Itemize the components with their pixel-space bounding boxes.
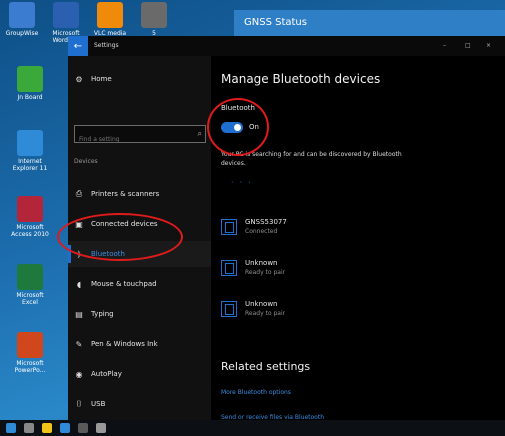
device-icon — [221, 260, 237, 276]
app-icon[interactable] — [78, 423, 88, 433]
window-title: Settings — [94, 42, 119, 49]
mouse-icon: ◖ — [76, 279, 82, 289]
desktop-icon-groupwise[interactable]: GroupWise — [0, 2, 44, 37]
start-icon[interactable] — [6, 423, 16, 433]
sidebar-item-home[interactable]: ⚙ Home — [68, 66, 211, 92]
desktop-icon-vlc[interactable]: VLC media — [88, 2, 132, 37]
sidebar-item-typing[interactable]: ▤ Typing — [68, 301, 211, 327]
jn-icon — [17, 66, 43, 92]
search-input[interactable] — [75, 131, 191, 148]
settings-taskbar-icon[interactable] — [96, 423, 106, 433]
desktop-icon-access[interactable]: Microsoft Access 2010 — [8, 196, 52, 238]
back-arrow-icon: ← — [73, 40, 83, 52]
gnss-window-title: GNSS Status — [244, 17, 307, 28]
desktop-icon-jn[interactable]: Jn Board — [8, 66, 52, 101]
device-item[interactable]: Unknown Ready to pair — [221, 298, 421, 324]
close-button[interactable]: × — [486, 42, 491, 49]
desktop-icon-5[interactable]: 5 — [132, 2, 176, 37]
sidebar-item-usb[interactable]: ⌷ USB — [68, 391, 211, 417]
search-icon[interactable] — [24, 423, 34, 433]
word-icon — [53, 2, 79, 28]
sidebar-item-printers[interactable]: ⎙ Printers & scanners — [68, 181, 211, 207]
desktop-icon-excel[interactable]: Microsoft Excel — [8, 264, 52, 306]
page-title: Manage Bluetooth devices — [221, 72, 381, 86]
powerpoint-icon — [17, 332, 43, 358]
autoplay-icon: ◉ — [75, 369, 83, 379]
section-label-devices: Devices — [74, 158, 98, 165]
back-button[interactable]: ← — [68, 36, 88, 56]
browser-icon[interactable] — [60, 423, 70, 433]
excel-icon — [17, 264, 43, 290]
folder-icon[interactable] — [42, 423, 52, 433]
device-icon — [221, 219, 237, 235]
search-icon: ⌕ — [197, 129, 202, 138]
minimize-button[interactable]: – — [443, 42, 446, 49]
internet-explorer-icon — [17, 130, 43, 156]
access-icon — [17, 196, 43, 222]
sidebar-item-pen[interactable]: ✎ Pen & Windows Ink — [68, 331, 211, 357]
sidebar-item-autoplay[interactable]: ◉ AutoPlay — [68, 361, 211, 387]
search-box[interactable]: ⌕ — [74, 125, 206, 148]
title-bar: ← Settings – □ × — [68, 36, 505, 56]
taskbar — [0, 420, 505, 436]
vlc-icon — [97, 2, 123, 28]
desktop-icon-powerpoint[interactable]: Microsoft PowerPo... — [8, 332, 52, 374]
device-item[interactable]: GNSS53077 Connected — [221, 216, 421, 242]
printer-icon: ⎙ — [75, 189, 83, 198]
desktop-icon-ie[interactable]: Internet Explorer 11 — [8, 130, 52, 172]
annotation-circle-toggle — [207, 98, 269, 156]
more-bluetooth-options-link[interactable]: More Bluetooth options — [221, 389, 291, 396]
annotation-circle-bluetooth — [57, 213, 183, 261]
usb-icon: ⌷ — [76, 399, 82, 408]
maximize-button[interactable]: □ — [465, 42, 471, 49]
related-settings-title: Related settings — [221, 360, 311, 373]
app-icon — [141, 2, 167, 28]
keyboard-icon: ▤ — [75, 309, 83, 319]
searching-indicator: ··· — [231, 178, 257, 187]
gear-icon: ⚙ — [75, 74, 83, 84]
pen-icon: ✎ — [75, 339, 83, 349]
groupwise-icon — [9, 2, 35, 28]
device-icon — [221, 301, 237, 317]
device-item[interactable]: Unknown Ready to pair — [221, 257, 421, 283]
sidebar-item-mouse[interactable]: ◖ Mouse & touchpad — [68, 271, 211, 297]
